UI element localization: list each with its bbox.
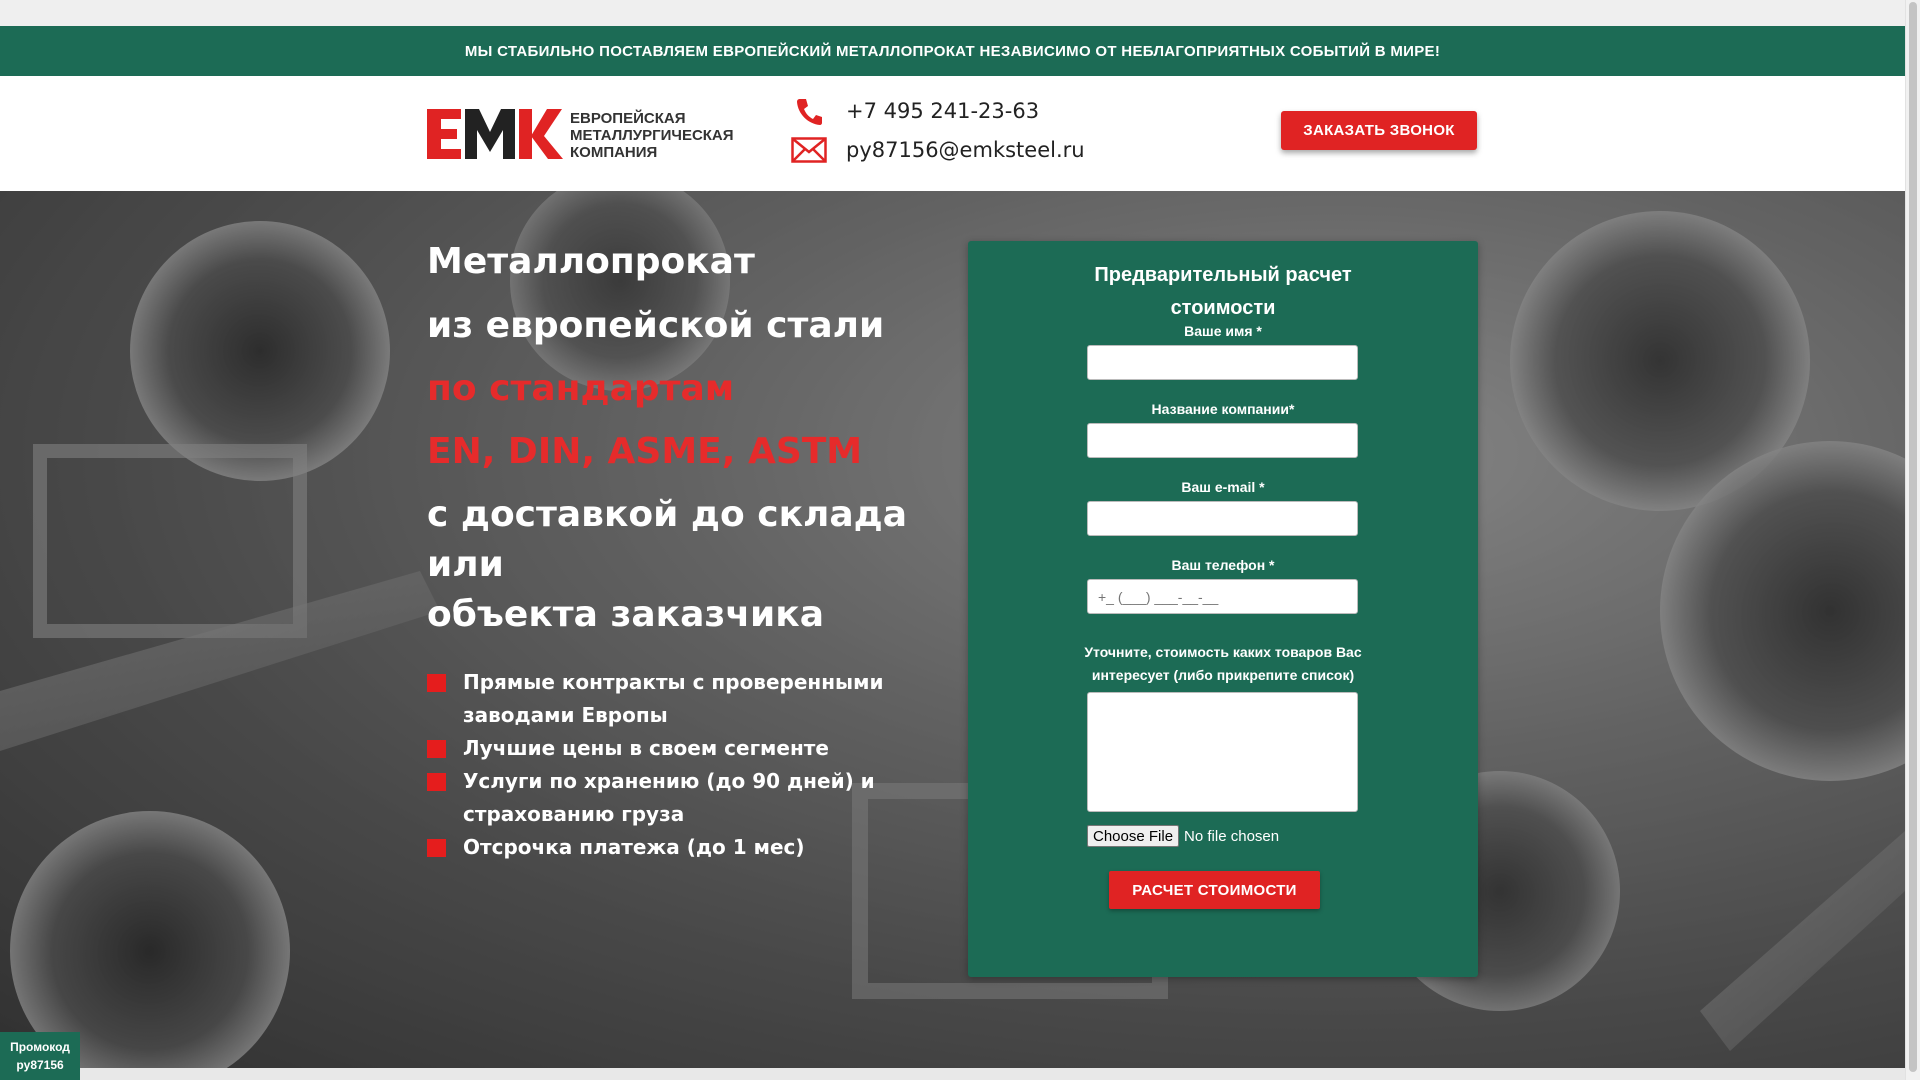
announcement-banner: МЫ СТАБИЛЬНО ПОСТАВЛЯЕМ ЕВРОПЕЙСКИЙ МЕТА…: [0, 26, 1905, 76]
company-label: Название компании*: [1151, 401, 1295, 417]
announcement-text: МЫ СТАБИЛЬНО ПОСТАВЛЯЕМ ЕВРОПЕЙСКИЙ МЕТА…: [464, 42, 1441, 60]
benefit-item: Лучшие цены в своем сегменте: [427, 732, 887, 765]
scrollbar[interactable]: [1905, 0, 1920, 1080]
logo-line3: КОМПАНИЯ: [570, 144, 657, 161]
benefits-list: Прямые контракты с проверенными заводами…: [427, 666, 887, 864]
red-square-bullet-icon: [427, 773, 446, 791]
promo-code-badge[interactable]: Промокод py87156: [0, 1032, 80, 1080]
headline-line1: Металлопрокат: [427, 241, 755, 282]
envelope-icon: [790, 133, 828, 167]
scrollbar-thumb[interactable]: [1909, 2, 1917, 1072]
choose-file-button[interactable]: Choose File: [1087, 825, 1180, 847]
phone-input[interactable]: [1087, 579, 1358, 614]
benefit-item: Услуги по хранению (до 90 дней) и страхо…: [427, 765, 887, 831]
phone-number[interactable]: +7 495 241-23-63: [846, 99, 1039, 123]
header-phone[interactable]: +7 495 241-23-63: [790, 94, 1039, 128]
benefit-item: Отсрочка платежа (до 1 мес): [427, 831, 887, 864]
logo-line2: МЕТАЛЛУРГИЧЕСКАЯ: [570, 127, 734, 144]
name-label: Ваше имя *: [1184, 323, 1262, 339]
phone-icon: [790, 94, 828, 128]
red-square-bullet-icon: [427, 674, 446, 692]
promo-code: py87156: [16, 1058, 64, 1072]
file-upload: Choose File No file chosen: [1087, 825, 1279, 847]
company-input[interactable]: [1087, 423, 1358, 458]
benefit-item: Прямые контракты с проверенными заводами…: [427, 666, 887, 732]
headline-line6: объекта заказчика: [427, 594, 824, 635]
items-textarea[interactable]: [1087, 692, 1358, 812]
header-email[interactable]: py87156@emksteel.ru: [790, 133, 1085, 167]
next-section-edge: [0, 1068, 1905, 1080]
promo-label: Промокод: [10, 1040, 70, 1054]
name-input[interactable]: [1087, 345, 1358, 380]
form-title: Предварительный расчет стоимости: [1094, 264, 1352, 319]
red-square-bullet-icon: [427, 839, 446, 857]
email-label: Ваш e-mail *: [1181, 479, 1265, 495]
logo-line1: ЕВРОПЕЙСКАЯ: [570, 109, 685, 127]
red-square-bullet-icon: [427, 740, 446, 758]
calculate-price-button[interactable]: РАСЧЕТ СТОИМОСТИ: [1109, 871, 1320, 909]
hero-headline: Металлопрокат из европейской стали по ст…: [427, 237, 947, 640]
phone-label: Ваш телефон *: [1171, 557, 1275, 573]
company-logo[interactable]: ЕВРОПЕЙСКАЯ МЕТАЛЛУРГИЧЕСКАЯ КОМПАНИЯ: [427, 106, 747, 162]
email-input[interactable]: [1087, 501, 1358, 536]
headline-line2: из европейской стали: [427, 305, 885, 346]
callback-button[interactable]: ЗАКАЗАТЬ ЗВОНОК: [1281, 111, 1477, 150]
headline-line4: EN, DIN, ASME, ASTM: [427, 431, 863, 472]
hero-overlay: [0, 191, 1905, 1068]
hero-section: Металлопрокат из европейской стали по ст…: [0, 191, 1905, 1068]
file-status: No file chosen: [1184, 827, 1280, 845]
site-header: ЕВРОПЕЙСКАЯ МЕТАЛЛУРГИЧЕСКАЯ КОМПАНИЯ +7…: [0, 76, 1905, 191]
headline-line5: с доставкой до склада или: [427, 494, 908, 585]
browser-top-strip: [0, 0, 1905, 26]
price-request-form: Предварительный расчет стоимости Ваше им…: [968, 241, 1478, 977]
items-label: Уточните, стоимость каких товаров Вас ин…: [1084, 644, 1362, 683]
headline-line3: по стандартам: [427, 368, 735, 409]
email-address[interactable]: py87156@emksteel.ru: [846, 138, 1085, 162]
